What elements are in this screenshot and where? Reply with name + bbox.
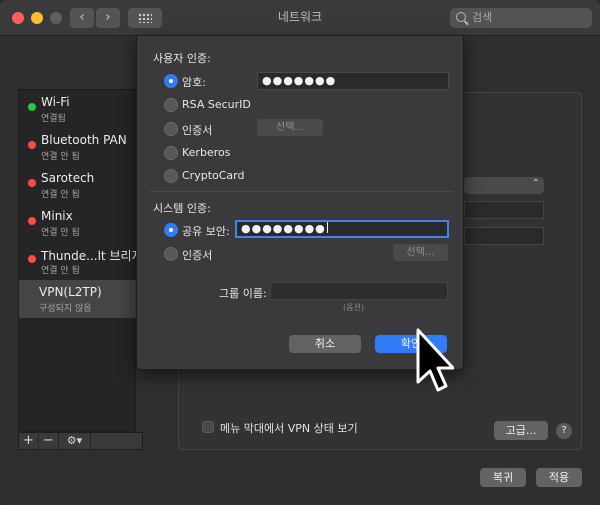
rsa-securid-radio[interactable] xyxy=(164,98,178,112)
service-status: 연결 안 됨 xyxy=(41,228,80,238)
server-address-field[interactable] xyxy=(464,201,544,219)
service-name: Bluetooth PAN xyxy=(41,133,127,147)
group-name-label: 그룹 이름: xyxy=(219,287,267,300)
search-placeholder: 검색 xyxy=(472,11,493,24)
show-vpn-status-checkbox[interactable] xyxy=(202,421,214,433)
shared-secret-value: ●●●●●●●● xyxy=(241,222,326,235)
service-name: Sarotech xyxy=(41,171,95,185)
status-dot-disconnected xyxy=(28,217,36,225)
system-auth-heading: 시스템 인증: xyxy=(153,202,211,215)
certificate-label: 인증서 xyxy=(182,124,213,137)
status-dot-disconnected xyxy=(28,179,36,187)
user-auth-heading: 사용자 인증: xyxy=(153,52,211,65)
add-service-button[interactable]: + xyxy=(19,433,39,449)
help-button[interactable]: ? xyxy=(556,423,572,439)
group-name-field[interactable] xyxy=(270,282,448,300)
service-name: Wi-Fi xyxy=(41,95,70,109)
show-vpn-status-label: 메뉴 막대에서 VPN 상태 보기 xyxy=(220,422,358,435)
apply-button[interactable]: 적용 xyxy=(536,468,582,487)
service-status: 연결 안 됨 xyxy=(41,266,80,276)
titlebar: ‹ › 네트워크 검색 xyxy=(0,0,600,36)
service-item-bluetooth-pan[interactable]: Bluetooth PAN 연결 안 됨 xyxy=(19,128,137,166)
cancel-button[interactable]: 취소 xyxy=(289,335,361,353)
configuration-popup[interactable]: ⌃ xyxy=(464,177,544,194)
optional-hint: (옵션) xyxy=(343,303,364,312)
search-icon xyxy=(456,12,466,22)
service-item-sarotech[interactable]: Sarotech 연결 안 됨 xyxy=(19,166,137,204)
kerberos-label: Kerberos xyxy=(182,146,231,159)
service-status: 연결됨 xyxy=(41,114,66,124)
service-status: 구성되지 않음 xyxy=(39,304,92,314)
advanced-button[interactable]: 고급... xyxy=(494,421,548,440)
text-caret xyxy=(326,222,328,233)
shared-secret-radio[interactable] xyxy=(164,223,178,237)
service-status: 연결 안 됨 xyxy=(41,190,80,200)
kerberos-radio[interactable] xyxy=(164,146,178,160)
shared-secret-label: 공유 보안: xyxy=(182,225,230,238)
divider xyxy=(149,191,453,192)
service-item-wifi[interactable]: Wi-Fi 연결됨 xyxy=(19,90,137,128)
cryptocard-label: CryptoCard xyxy=(182,169,245,182)
service-status: 연결 안 됨 xyxy=(41,152,80,162)
service-item-thunderbolt-bridge[interactable]: Thunde...lt 브리지 연결 안 됨 xyxy=(19,242,143,280)
network-preferences-window: ‹ › 네트워크 검색 Wi-Fi 연결됨 Bluetooth PAN 연결 안… xyxy=(0,0,600,505)
password-field[interactable]: ●●●●●●● xyxy=(257,72,449,90)
shared-secret-field[interactable]: ●●●●●●●● xyxy=(235,220,449,238)
select-system-certificate-button[interactable]: 선택... xyxy=(393,244,448,261)
search-input[interactable]: 검색 xyxy=(450,8,592,28)
select-certificate-button[interactable]: 선택... xyxy=(257,119,323,136)
password-radio[interactable] xyxy=(164,74,178,88)
service-item-vpn-l2tp[interactable]: VPN(L2TP) 구성되지 않음 xyxy=(19,280,137,318)
service-list[interactable]: Wi-Fi 연결됨 Bluetooth PAN 연결 안 됨 Sarotech … xyxy=(18,89,143,432)
gear-menu-button[interactable]: ⚙▾ xyxy=(59,433,91,449)
revert-button[interactable]: 복귀 xyxy=(480,468,526,487)
service-name: VPN(L2TP) xyxy=(39,285,102,299)
account-name-field[interactable] xyxy=(464,227,544,245)
mouse-pointer-icon xyxy=(416,328,454,392)
certificate-radio[interactable] xyxy=(164,122,178,136)
status-dot-connected xyxy=(28,103,36,111)
system-certificate-label: 인증서 xyxy=(182,249,213,262)
status-dot-disconnected xyxy=(28,141,36,149)
remove-service-button[interactable]: − xyxy=(39,433,59,449)
cryptocard-radio[interactable] xyxy=(164,169,178,183)
system-certificate-radio[interactable] xyxy=(164,247,178,261)
service-name: Minix xyxy=(41,209,73,223)
rsa-securid-label: RSA SecurID xyxy=(182,98,251,111)
status-dot-disconnected xyxy=(28,255,36,263)
password-label: 암호: xyxy=(182,76,206,89)
service-name: Thunde...lt 브리지 xyxy=(41,249,143,263)
service-item-minix[interactable]: Minix 연결 안 됨 xyxy=(19,204,137,242)
authentication-settings-sheet: 사용자 인증: 암호: ●●●●●●● RSA SecurID 인증서 선택..… xyxy=(136,36,464,370)
chevron-updown-icon: ⌃ xyxy=(531,178,540,189)
service-list-toolbar: + − ⚙▾ xyxy=(18,432,143,450)
